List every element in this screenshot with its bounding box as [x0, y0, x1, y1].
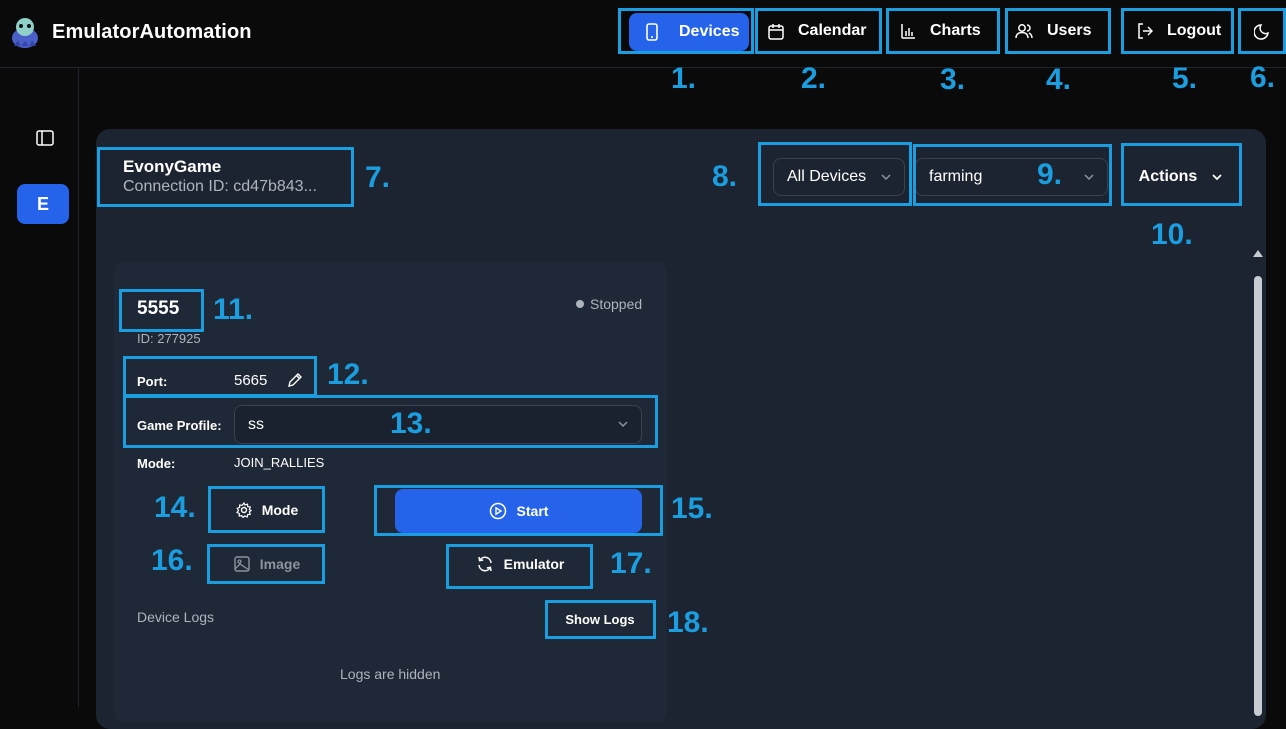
app-title: EmulatorAutomation [52, 20, 252, 43]
highlight-box-17 [446, 544, 593, 589]
highlight-box-6 [1238, 8, 1286, 54]
callout-17: 17. [610, 547, 652, 580]
callout-18: 18. [667, 606, 709, 639]
app-logo-icon [12, 18, 38, 48]
brand[interactable]: EmulatorAutomation [8, 14, 252, 50]
callout-1: 1. [671, 62, 697, 95]
logs-hidden-text: Logs are hidden [340, 666, 441, 682]
callout-14: 14. [154, 491, 196, 524]
callout-8: 8. [712, 160, 738, 193]
callout-13: 13. [390, 407, 432, 440]
callout-5: 5. [1172, 62, 1198, 95]
sidebar-toggle-icon[interactable] [36, 130, 54, 146]
callout-2: 2. [801, 62, 827, 95]
callout-6: 6. [1250, 61, 1276, 94]
highlight-box-12 [123, 356, 317, 397]
status-text: Stopped [590, 296, 643, 312]
highlight-box-4 [1005, 8, 1111, 54]
sidebar: E [0, 68, 79, 707]
callout-12: 12. [327, 358, 369, 391]
mode-label: Mode: [137, 456, 176, 471]
sidebar-item-evonygame[interactable]: E [17, 184, 69, 224]
callout-4: 4. [1046, 63, 1072, 96]
highlight-box-2 [755, 8, 882, 54]
callout-9: 9. [1037, 158, 1063, 191]
highlight-box-5 [1121, 8, 1234, 54]
callout-16: 16. [151, 544, 193, 577]
callout-7: 7. [365, 161, 391, 194]
highlight-box-16 [207, 544, 325, 584]
highlight-box-18 [545, 600, 656, 639]
highlight-box-8 [758, 142, 912, 206]
status-dot [576, 300, 584, 308]
mode-value: JOIN_RALLIES [234, 455, 325, 470]
highlight-box-11 [119, 289, 204, 332]
scrollbar-thumb[interactable] [1254, 276, 1262, 716]
scroll-up-arrow[interactable] [1253, 250, 1263, 257]
device-id: ID: 277925 [137, 331, 201, 346]
callout-15: 15. [671, 492, 713, 525]
callout-10: 10. [1151, 218, 1193, 251]
highlight-box-7 [97, 147, 354, 207]
callout-11: 11. [213, 293, 254, 326]
highlight-box-15 [374, 485, 663, 536]
status-badge: Stopped [576, 296, 642, 312]
callout-3: 3. [940, 63, 966, 96]
highlight-box-1 [618, 8, 754, 54]
highlight-box-10 [1121, 143, 1242, 206]
highlight-box-3 [886, 8, 1000, 54]
highlight-box-9 [913, 144, 1112, 206]
device-logs-title: Device Logs [137, 609, 215, 625]
highlight-box-14 [208, 486, 325, 533]
